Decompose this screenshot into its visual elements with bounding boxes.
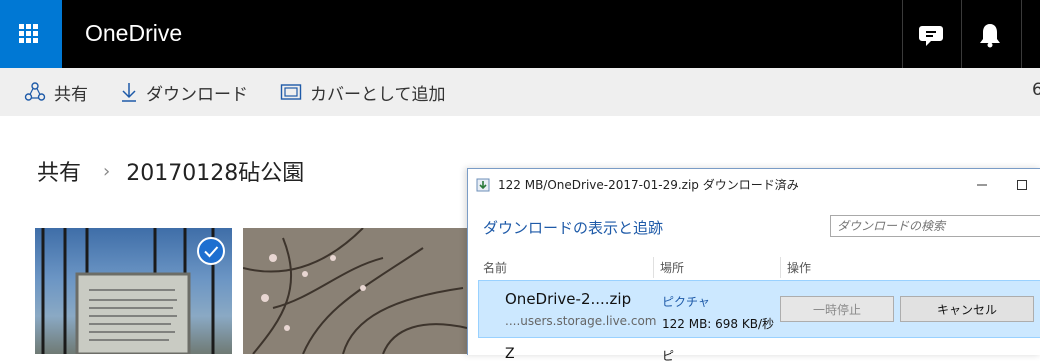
photo-thumbnail [243, 228, 467, 354]
chevron-right-icon: › [103, 160, 111, 182]
dialog-title: 122 MB/OneDrive-2017-01-29.zip ダウンロード済み [498, 178, 799, 192]
minimize-icon [977, 184, 987, 185]
pause-button[interactable]: 一時停止 [780, 296, 894, 322]
download-location-link[interactable]: ピ [662, 347, 674, 364]
download-button[interactable]: ダウンロード [120, 68, 248, 116]
command-overflow[interactable]: 6 [1032, 80, 1040, 100]
cover-label: カバーとして追加 [310, 84, 446, 105]
selected-check-icon[interactable] [197, 237, 225, 265]
bell-icon [980, 24, 1000, 48]
add-as-cover-button[interactable]: カバーとして追加 [280, 68, 446, 116]
column-header-action[interactable]: 操作 [787, 255, 811, 280]
column-header-name[interactable]: 名前 [483, 255, 507, 280]
chat-icon [919, 26, 943, 46]
app-launcher-button[interactable] [0, 0, 62, 68]
waffle-icon [19, 24, 39, 44]
download-label: ダウンロード [146, 84, 248, 105]
download-filename[interactable]: OneDrive-2....zip [505, 290, 631, 308]
column-divider[interactable] [653, 257, 654, 278]
top-bar: OneDrive [0, 0, 1040, 68]
breadcrumb: 共有 › 20170128砧公園 [37, 155, 304, 187]
dialog-titlebar[interactable]: 122 MB/OneDrive-2017-01-29.zip ダウンロード済み [468, 169, 1040, 200]
download-location-link[interactable]: ピクチャ [662, 293, 710, 310]
dialog-heading: ダウンロードの表示と追跡 [483, 219, 664, 237]
header-divider [961, 0, 962, 68]
maximize-icon [1017, 179, 1027, 190]
breadcrumb-parent[interactable]: 共有 [37, 155, 81, 187]
app-title[interactable]: OneDrive [85, 20, 182, 47]
download-source: ....users.storage.live.com [505, 314, 657, 328]
share-button[interactable]: 共有 [24, 68, 88, 116]
command-bar: 共有 ダウンロード カバーとして追加 [0, 68, 1040, 116]
cancel-button[interactable]: キャンセル [900, 296, 1034, 322]
download-icon [122, 83, 136, 102]
header-divider [902, 0, 903, 68]
download-progress: 122 MB: 698 KB/秒 [662, 317, 775, 331]
download-filename[interactable]: Z [505, 346, 515, 362]
minimize-button[interactable] [962, 169, 1002, 200]
feedback-button[interactable] [904, 0, 958, 68]
breadcrumb-current: 20170128砧公園 [126, 161, 305, 186]
share-icon [24, 82, 46, 101]
share-label: 共有 [54, 84, 88, 105]
download-search-input[interactable] [830, 215, 1040, 237]
download-dialog: 122 MB/OneDrive-2017-01-29.zip ダウンロード済み … [467, 168, 1040, 363]
column-divider[interactable] [780, 257, 781, 278]
column-header-location[interactable]: 場所 [660, 255, 684, 280]
cover-photo-icon [280, 84, 302, 100]
header-divider [1021, 0, 1022, 68]
photo-tile[interactable] [243, 228, 467, 354]
notifications-button[interactable] [963, 0, 1017, 68]
maximize-button[interactable] [1002, 169, 1040, 200]
download-manager-icon [476, 178, 490, 191]
